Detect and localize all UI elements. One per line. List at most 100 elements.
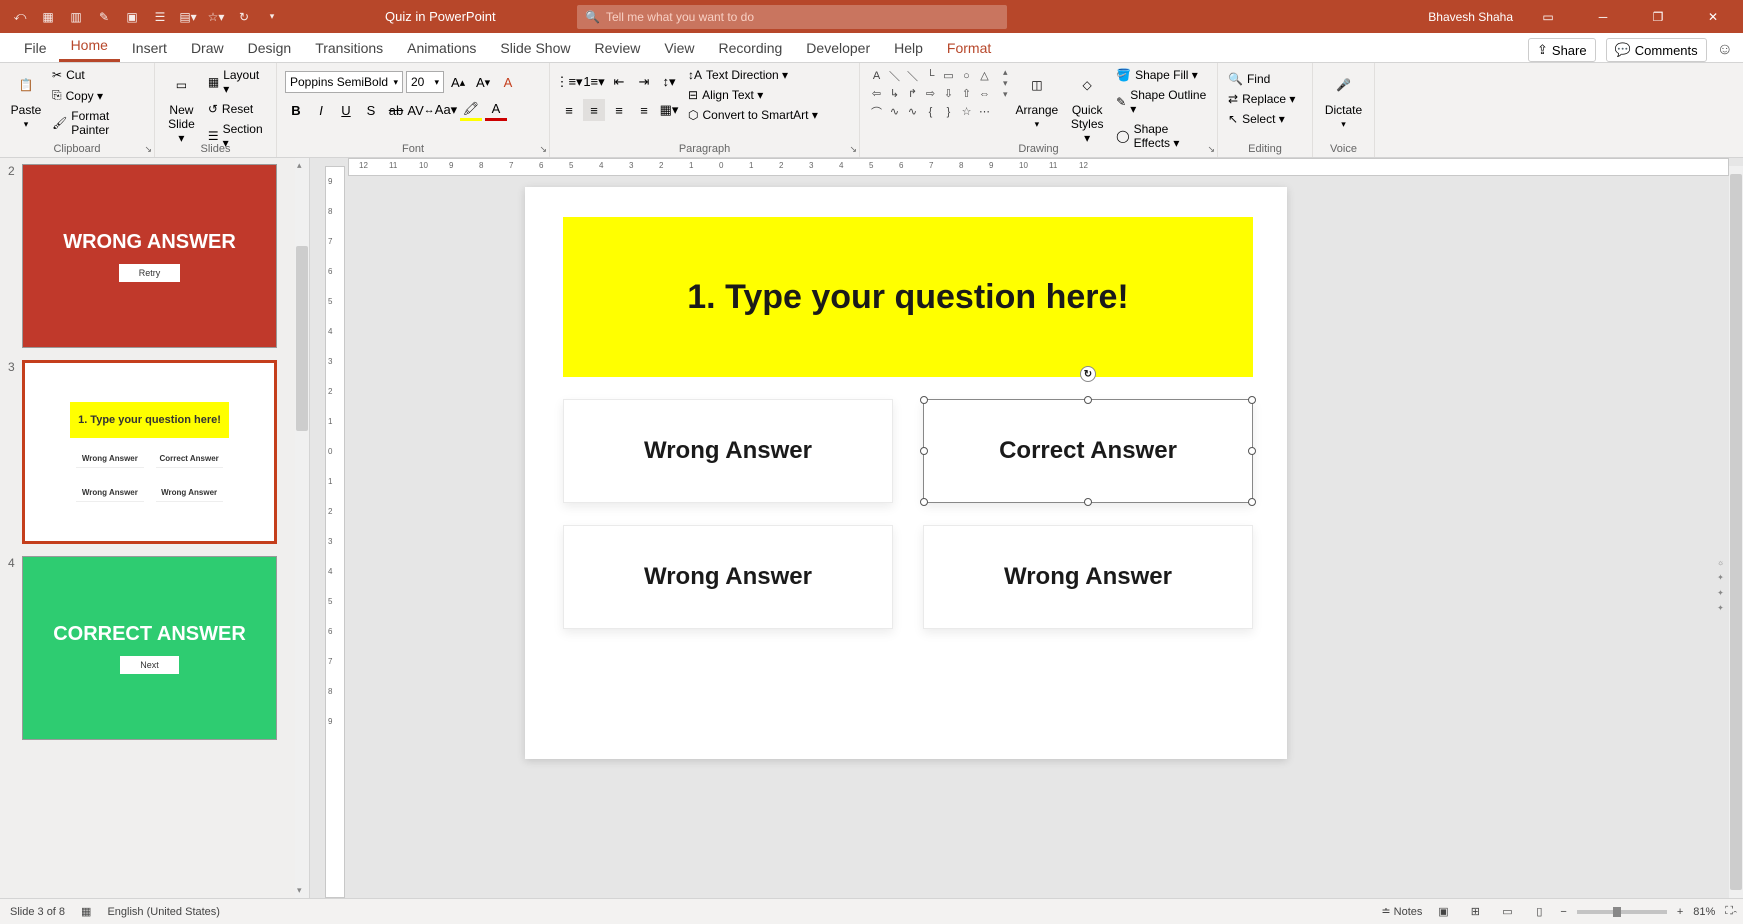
align-left-button[interactable]: ≡ [558, 99, 580, 121]
thumbnail-slide-2[interactable]: 2 WRONG ANSWER Retry [8, 164, 295, 348]
shape-star-icon[interactable]: ☆ [958, 103, 975, 120]
close-button[interactable]: ✕ [1693, 0, 1733, 33]
replace-button[interactable]: ⇄Replace ▾ [1226, 91, 1304, 107]
slide-canvas[interactable]: 1. Type your question here! Wrong Answer… [525, 187, 1287, 759]
shape-fill-button[interactable]: 🪣Shape Fill ▾ [1114, 67, 1209, 83]
answer-box-4[interactable]: Wrong Answer [923, 525, 1253, 629]
ribbon-display-icon[interactable]: ▭ [1528, 0, 1568, 33]
select-button[interactable]: ↖Select ▾ [1226, 111, 1304, 127]
zoom-thumb[interactable] [1613, 907, 1621, 917]
resize-handle[interactable] [1248, 498, 1256, 506]
italic-button[interactable]: I [310, 99, 332, 121]
shape-line-icon[interactable]: ＼ [904, 67, 921, 84]
dialog-launcher-icon[interactable]: ↘ [539, 144, 547, 155]
gallery-up-icon[interactable]: ▴ [1003, 67, 1008, 78]
gallery-down-icon[interactable]: ▾ [1003, 78, 1008, 89]
resize-handle[interactable] [920, 447, 928, 455]
zoom-in-button[interactable]: + [1677, 906, 1683, 918]
spacing-button[interactable]: AV↔ [410, 99, 432, 121]
tab-insert[interactable]: Insert [120, 36, 179, 62]
feedback-icon[interactable]: ☺ [1717, 41, 1733, 59]
maximize-button[interactable]: ❐ [1638, 0, 1678, 33]
accessibility-icon[interactable]: ▦ [81, 905, 91, 918]
shape-outline-button[interactable]: ✎Shape Outline ▾ [1114, 87, 1209, 117]
reading-view-icon[interactable]: ▭ [1496, 903, 1518, 921]
font-size-input[interactable]: 20▾ [406, 71, 444, 93]
tab-format[interactable]: Format [935, 36, 1003, 62]
bullets-button[interactable]: ⋮≡▾ [558, 71, 580, 93]
change-case-button[interactable]: Aa▾ [435, 99, 457, 121]
editor-scrollbar[interactable] [1729, 166, 1743, 898]
columns-button[interactable]: ▦▾ [658, 99, 680, 121]
shape-arrow-icon[interactable]: ⇦ [868, 85, 885, 102]
shape-oval-icon[interactable]: ○ [958, 67, 975, 84]
shadow-button[interactable]: S [360, 99, 382, 121]
resize-handle[interactable] [920, 498, 928, 506]
shape-curve-icon[interactable]: ⌒ [868, 103, 885, 120]
zoom-level[interactable]: 81% [1693, 906, 1715, 918]
language-status[interactable]: English (United States) [107, 906, 220, 918]
shape-arrow-icon[interactable]: ⇨ [922, 85, 939, 102]
quick-styles-button[interactable]: ◇ Quick Styles ▾ [1066, 67, 1108, 147]
text-direction-button[interactable]: ↕AText Direction ▾ [686, 67, 820, 83]
gallery-more-icon[interactable]: ▾ [1003, 89, 1008, 100]
shape-brace-icon[interactable]: { [922, 103, 939, 120]
scroll-thumb[interactable] [1730, 174, 1742, 890]
shape-arrow-icon[interactable]: ⇩ [940, 85, 957, 102]
align-text-button[interactable]: ⊟Align Text ▾ [686, 87, 820, 103]
clear-format-icon[interactable]: A [497, 71, 519, 93]
cut-button[interactable]: ✂Cut [50, 67, 146, 83]
sorter-view-icon[interactable]: ⊞ [1464, 903, 1486, 921]
resize-handle[interactable] [1084, 498, 1092, 506]
layout-button[interactable]: ▦Layout ▾ [206, 67, 268, 97]
new-slide-button[interactable]: ▭ New Slide ▾ [163, 67, 200, 147]
line-spacing-button[interactable]: ↕▾ [658, 71, 680, 93]
tab-help[interactable]: Help [882, 36, 935, 62]
thumbnail-slide-3[interactable]: 3 1. Type your question here! Wrong Answ… [8, 360, 295, 544]
qat-icon[interactable]: ▤▾ [178, 7, 198, 27]
qat-icon[interactable]: ▣ [122, 7, 142, 27]
tab-developer[interactable]: Developer [794, 36, 882, 62]
resize-handle[interactable] [1248, 396, 1256, 404]
shape-textbox-icon[interactable]: A [868, 67, 885, 84]
rotate-handle[interactable]: ↻ [1080, 366, 1096, 382]
qat-icon[interactable]: ☆▾ [206, 7, 226, 27]
format-painter-button[interactable]: 🖌Format Painter [50, 108, 146, 138]
shape-arrow-icon[interactable]: ↱ [904, 85, 921, 102]
collapse-ribbon-icon[interactable]: ˆ [1733, 910, 1737, 922]
autosave-icon[interactable]: ⤺ [10, 7, 30, 27]
zoom-out-button[interactable]: − [1560, 906, 1566, 918]
qat-icon[interactable]: ✎ [94, 7, 114, 27]
align-center-button[interactable]: ≡ [583, 99, 605, 121]
dialog-launcher-icon[interactable]: ↘ [1207, 144, 1215, 155]
qat-icon[interactable]: ▥ [66, 7, 86, 27]
justify-button[interactable]: ≡ [633, 99, 655, 121]
tab-home[interactable]: Home [59, 33, 120, 62]
side-tabs[interactable]: ☼ ✦ ✦ ✦ [1716, 558, 1725, 615]
horizontal-ruler[interactable]: 1211109876543210123456789101112 [348, 158, 1729, 176]
vertical-ruler[interactable]: 9876543210123456789 [325, 166, 345, 898]
tab-design[interactable]: Design [236, 36, 304, 62]
shape-arrow-icon[interactable]: ⇔ [976, 85, 993, 102]
tab-draw[interactable]: Draw [179, 36, 236, 62]
font-name-input[interactable]: Poppins SemiBold▾ [285, 71, 403, 93]
fit-window-icon[interactable]: ⛶ [1725, 905, 1733, 918]
align-right-button[interactable]: ≡ [608, 99, 630, 121]
resize-handle[interactable] [1084, 396, 1092, 404]
shape-connector-icon[interactable]: └ [922, 67, 939, 84]
resize-handle[interactable] [1248, 447, 1256, 455]
shape-line-icon[interactable]: ＼ [886, 67, 903, 84]
arrange-button[interactable]: ◫ Arrange ▾ [1014, 67, 1061, 132]
shape-more-icon[interactable]: ⋯ [976, 103, 993, 120]
highlight-button[interactable]: 🖍 [460, 99, 482, 121]
scroll-down-icon[interactable]: ▾ [297, 885, 302, 896]
answer-box-1[interactable]: Wrong Answer [563, 399, 893, 503]
increase-font-icon[interactable]: A▴ [447, 71, 469, 93]
tab-file[interactable]: File [12, 36, 59, 62]
shape-brace-icon[interactable]: } [940, 103, 957, 120]
underline-button[interactable]: U [335, 99, 357, 121]
shape-triangle-icon[interactable]: △ [976, 67, 993, 84]
find-button[interactable]: 🔍Find [1226, 71, 1304, 87]
comments-button[interactable]: 💬Comments [1606, 38, 1707, 62]
shape-curve-icon[interactable]: ∿ [904, 103, 921, 120]
